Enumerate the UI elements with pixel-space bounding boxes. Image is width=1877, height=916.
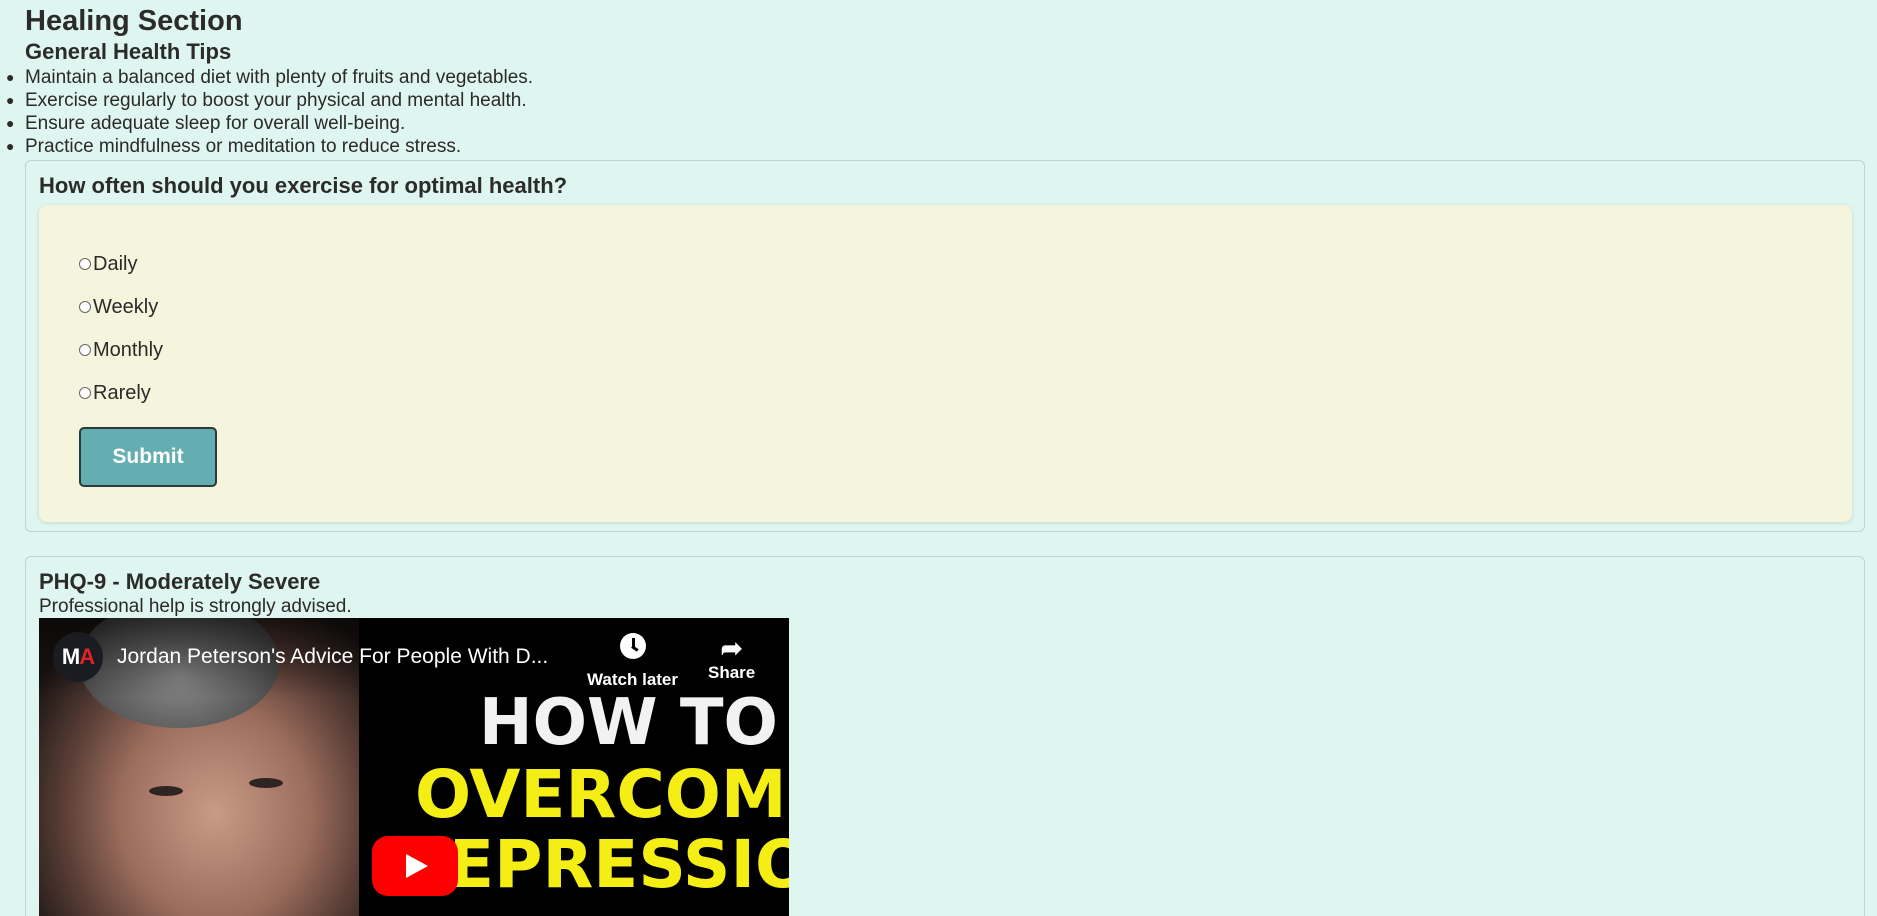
bullet-icon: ●	[6, 92, 15, 108]
play-icon[interactable]	[372, 836, 458, 896]
phq-message: Professional help is strongly advised.	[39, 596, 352, 617]
watch-later-label: Watch later	[587, 670, 679, 689]
bullet-icon: ●	[6, 69, 15, 85]
option-label: Monthly	[93, 339, 164, 361]
tip-text: Maintain a balanced diet with plenty of …	[25, 67, 534, 88]
list-item: ● Maintain a balanced diet with plenty of…	[6, 66, 1865, 89]
watch-later-button[interactable]: Watch later	[587, 633, 678, 690]
thumbnail-text-line3: EPRESSION	[449, 826, 789, 903]
list-item: ● Practice mindfulness or meditation to r…	[6, 135, 1865, 158]
phq-title: PHQ-9 - Moderately Severe	[39, 569, 321, 594]
tip-text: Practice mindfulness or meditation to re…	[25, 136, 462, 157]
list-item: ● Ensure adequate sleep for overall well-…	[6, 112, 1865, 135]
healing-page: Healing Section General Health Tips ● Mai…	[0, 0, 1877, 916]
quiz-question: How often should you exercise for optima…	[39, 173, 568, 198]
phq-result-card: PHQ-9 - Moderately Severe Professional h…	[25, 556, 1865, 916]
quiz-options-panel: Daily Weekly Monthly Rarely Submit	[39, 205, 1852, 522]
youtube-video-embed[interactable]: HOW TO OVERCOME EPRESSION MA Jordan Pete…	[39, 618, 789, 916]
radio-weekly[interactable]	[79, 300, 91, 313]
channel-logo-letter: A	[79, 644, 95, 669]
radio-rarely[interactable]	[79, 386, 91, 399]
health-tips-list: ● Maintain a balanced diet with plenty of…	[6, 66, 1865, 158]
bullet-icon: ●	[6, 138, 15, 154]
bullet-icon: ●	[6, 115, 15, 131]
share-button[interactable]: ➦ Share	[708, 633, 755, 683]
option-weekly[interactable]: Weekly	[79, 286, 1852, 329]
option-monthly[interactable]: Monthly	[79, 329, 1852, 372]
list-item: ● Exercise regularly to boost your physic…	[6, 89, 1865, 112]
submit-button[interactable]: Submit	[79, 427, 217, 487]
option-label: Daily	[93, 253, 138, 275]
tip-text: Ensure adequate sleep for overall well-b…	[25, 113, 406, 134]
channel-logo[interactable]: MA	[53, 632, 103, 682]
video-title[interactable]: Jordan Peterson's Advice For People With…	[117, 645, 548, 669]
share-arrow-icon: ➦	[720, 633, 743, 663]
tip-text: Exercise regularly to boost your physica…	[25, 90, 527, 111]
option-label: Rarely	[93, 382, 151, 404]
section-subtitle: General Health Tips	[25, 39, 232, 64]
exercise-quiz-card: How often should you exercise for optima…	[25, 160, 1865, 532]
thumbnail-text-line2: OVERCOME	[415, 756, 789, 833]
option-daily[interactable]: Daily	[79, 243, 1852, 286]
radio-monthly[interactable]	[79, 343, 91, 356]
page-title: Healing Section	[25, 5, 243, 37]
thumbnail-eye	[149, 786, 183, 796]
clock-icon	[619, 633, 646, 659]
radio-daily[interactable]	[79, 257, 91, 270]
thumbnail-eye	[249, 778, 283, 788]
option-label: Weekly	[93, 296, 159, 318]
option-rarely[interactable]: Rarely	[79, 372, 1852, 415]
channel-logo-letter: M	[61, 644, 80, 669]
share-label: Share	[708, 663, 756, 682]
